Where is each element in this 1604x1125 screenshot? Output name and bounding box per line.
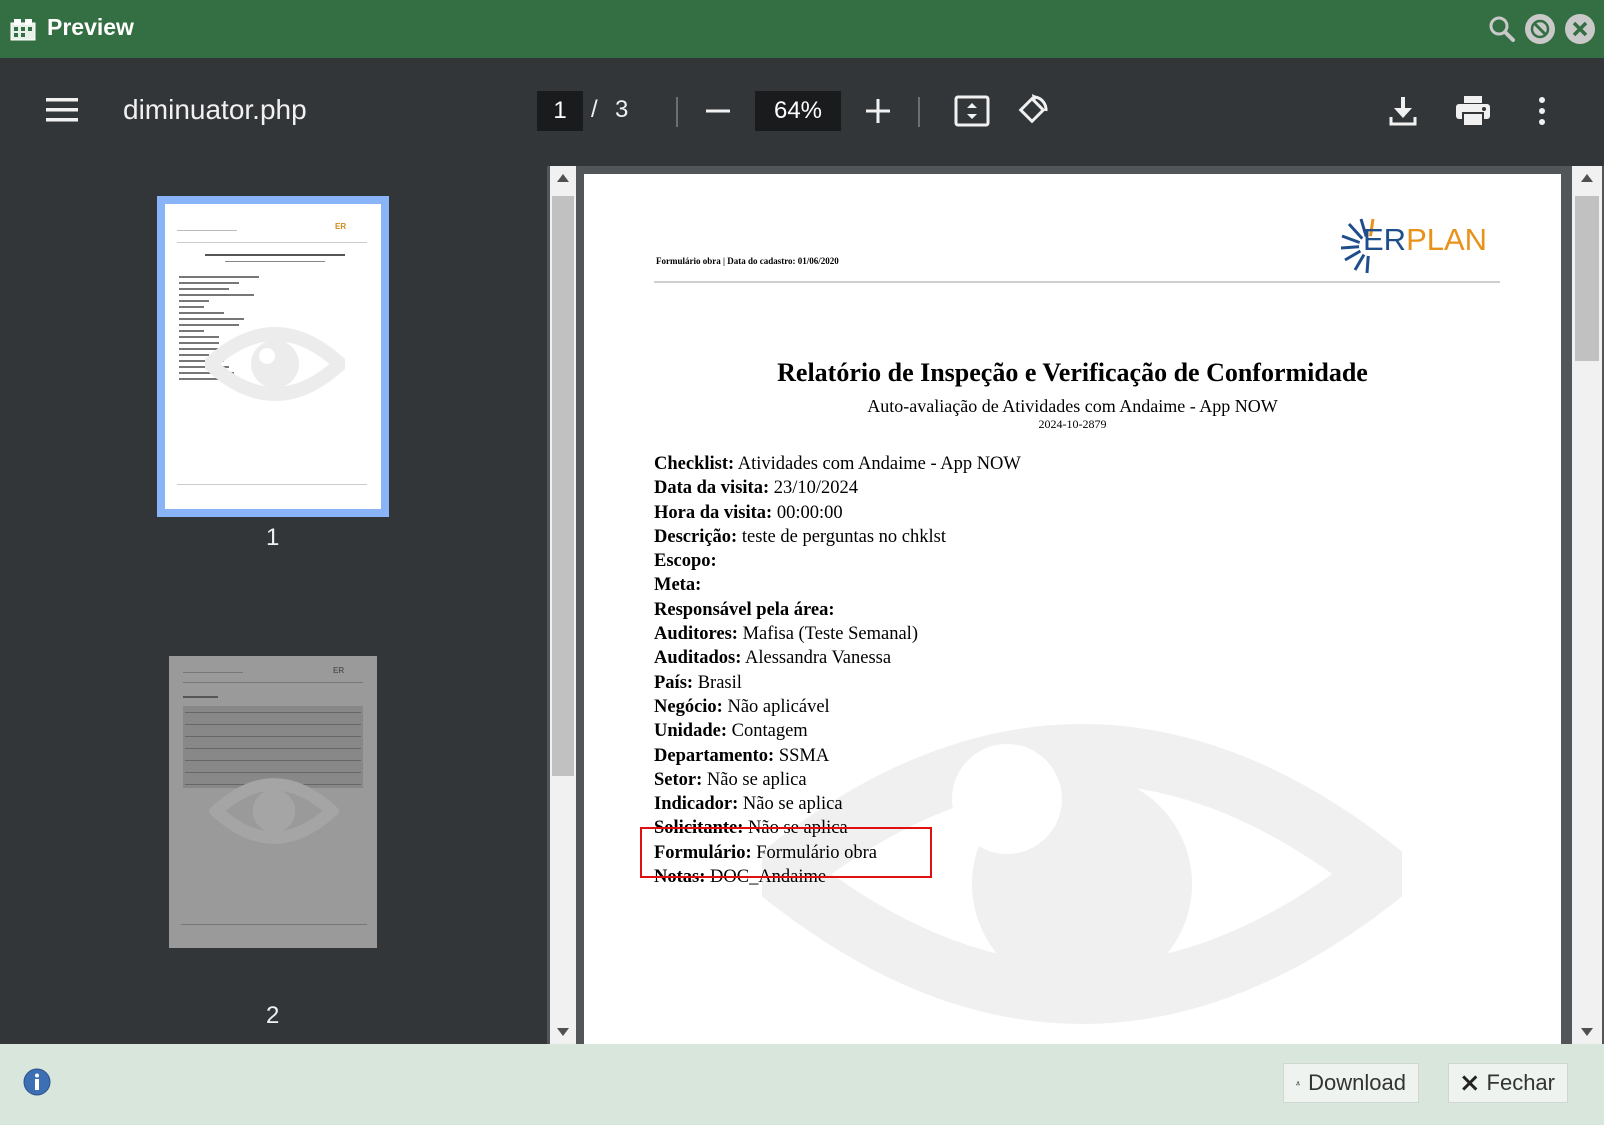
document-scrollbar-track[interactable] bbox=[1572, 166, 1602, 1044]
field-auditores: Auditores: Mafisa (Teste Semanal) bbox=[654, 624, 918, 645]
download-icon[interactable] bbox=[1386, 93, 1420, 129]
print-icon[interactable] bbox=[1454, 93, 1492, 129]
report-code: 2024-10-2879 bbox=[1038, 417, 1107, 431]
download-icon bbox=[1296, 1081, 1301, 1086]
watermark-eye-icon bbox=[205, 327, 345, 401]
document-header: Formulário obra | Data do cadastro: 01/0… bbox=[656, 256, 839, 266]
watermark-eye-icon bbox=[209, 778, 339, 844]
zoom-level-input[interactable]: 64% bbox=[755, 91, 841, 131]
erplan-logo: ERPLAN bbox=[1339, 216, 1487, 274]
field-responsavel: Responsável pela área: bbox=[654, 599, 835, 620]
report-subtitle: Auto-avaliação de Atividades com Andaime… bbox=[867, 396, 1278, 416]
zoom-out-icon[interactable] bbox=[702, 95, 734, 127]
preview-app-icon bbox=[10, 19, 36, 41]
pdf-toolbar: diminuator.php 1 / 3 64% bbox=[0, 58, 1604, 166]
field-checklist: Checklist: Atividades com Andaime - App … bbox=[654, 454, 1021, 474]
search-icon[interactable] bbox=[1487, 14, 1517, 44]
window-titlebar: Preview bbox=[0, 0, 1604, 58]
header-divider bbox=[654, 281, 1500, 283]
field-unidade: Unidade: Contagem bbox=[654, 721, 808, 742]
page-thumbnail-1[interactable]: ER bbox=[157, 196, 389, 517]
field-descricao: Descrição: teste de perguntas no chklst bbox=[654, 526, 946, 547]
field-escopo: Escopo: bbox=[654, 551, 717, 572]
info-icon[interactable] bbox=[23, 1068, 51, 1096]
close-window-icon[interactable] bbox=[1565, 14, 1595, 44]
document-viewport[interactable]: Formulário obra | Data do cadastro: 01/0… bbox=[569, 166, 1569, 1044]
scroll-down-arrow-icon[interactable] bbox=[1581, 1028, 1593, 1036]
close-button-label: Fechar bbox=[1486, 1070, 1555, 1095]
field-departamento: Departamento: SSMA bbox=[654, 745, 830, 766]
close-icon bbox=[1462, 1075, 1478, 1091]
toolbar-divider bbox=[676, 97, 678, 127]
document-scrollbar-thumb[interactable] bbox=[1575, 196, 1599, 361]
download-button-label: Download bbox=[1308, 1070, 1406, 1095]
download-button[interactable]: Download bbox=[1283, 1063, 1419, 1103]
thumbnail-sidebar: ER 1 ER 2 bbox=[0, 166, 547, 1044]
thumbnail-label: 2 bbox=[266, 1002, 280, 1029]
field-setor: Setor: Não se aplica bbox=[654, 769, 807, 790]
highlight-box bbox=[640, 827, 932, 878]
close-button[interactable]: Fechar bbox=[1448, 1063, 1568, 1103]
field-meta: Meta: bbox=[654, 575, 702, 596]
field-indicador: Indicador: Não se aplica bbox=[654, 794, 843, 815]
field-auditados: Auditados: Alessandra Vanessa bbox=[654, 648, 892, 669]
page-thumbnail-2[interactable]: ER bbox=[169, 656, 377, 948]
fit-to-page-icon[interactable] bbox=[953, 94, 991, 128]
total-pages: 3 bbox=[615, 96, 629, 123]
zoom-in-icon[interactable] bbox=[862, 95, 894, 127]
scroll-up-arrow-icon[interactable] bbox=[557, 174, 569, 182]
pdf-viewer: diminuator.php 1 / 3 64% ER 1 ER 2 Formu… bbox=[0, 58, 1604, 1044]
current-page-input[interactable]: 1 bbox=[537, 91, 583, 131]
field-hora-visita: Hora da visita: 00:00:00 bbox=[654, 502, 843, 523]
report-title: Relatório de Inspeção e Verificação de C… bbox=[777, 358, 1368, 387]
thumbnail-label: 1 bbox=[266, 524, 280, 551]
field-data-visita: Data da visita: 23/10/2024 bbox=[654, 478, 859, 499]
window-title: Preview bbox=[47, 14, 134, 40]
minimize-icon[interactable] bbox=[1525, 14, 1555, 44]
field-pais: País: Brasil bbox=[654, 672, 742, 693]
more-options-icon[interactable] bbox=[1534, 93, 1550, 129]
toolbar-divider bbox=[918, 97, 920, 127]
field-negocio: Negócio: Não aplicável bbox=[654, 696, 830, 717]
menu-icon[interactable] bbox=[44, 94, 80, 126]
rotate-icon[interactable] bbox=[1014, 93, 1052, 129]
report-fields: Checklist: Atividades com Andaime - App … bbox=[654, 452, 1021, 889]
page-separator: / bbox=[591, 96, 598, 123]
erplan-logo-text: ERPLAN bbox=[1363, 222, 1488, 257]
scroll-down-arrow-icon[interactable] bbox=[557, 1028, 569, 1036]
scroll-up-arrow-icon[interactable] bbox=[1581, 174, 1593, 182]
document-filename: diminuator.php bbox=[123, 94, 307, 125]
pdf-page: Formulário obra | Data do cadastro: 01/0… bbox=[584, 174, 1561, 1044]
